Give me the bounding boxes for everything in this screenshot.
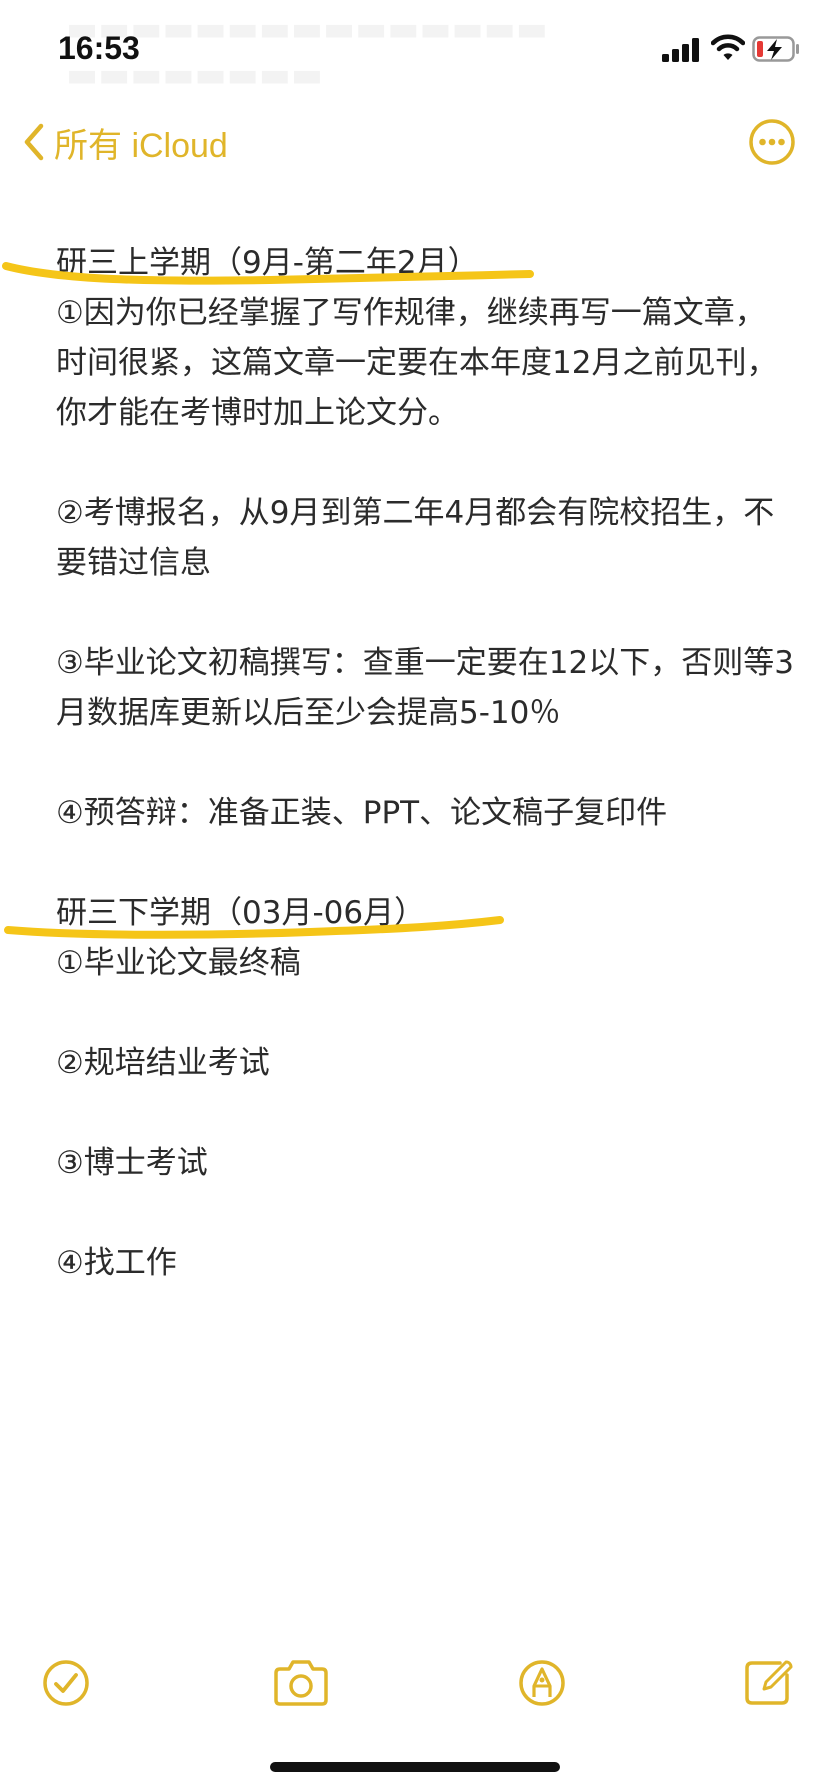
- wifi-icon: [711, 34, 745, 60]
- section-heading-wrap: 研三上学期（9月-第二年2月）: [2, 238, 796, 288]
- markup-pen-icon[interactable]: [514, 1655, 570, 1711]
- list-item: ④预答辩：准备正装、PPT、论文稿子复印件: [56, 795, 668, 831]
- back-button-label: 所有 iCloud: [54, 126, 228, 165]
- camera-icon[interactable]: [270, 1655, 332, 1711]
- checklist-icon[interactable]: [38, 1655, 94, 1711]
- more-circle-icon[interactable]: [748, 118, 796, 166]
- chevron-left-icon: [24, 123, 44, 161]
- list-item: ①因为你已经掌握了写作规律，继续再写一篇文章，时间很紧，这篇文章一定要在本年度1…: [56, 295, 778, 431]
- list-item: ①毕业论文最终稿: [56, 945, 301, 981]
- section-heading-2: 研三下学期（03月-06月）: [56, 895, 426, 931]
- list-item: ④找工作: [56, 1245, 177, 1281]
- note-body[interactable]: 研三上学期（9月-第二年2月） ①因为你已经掌握了写作规律，继续再写一篇文章，时…: [2, 238, 796, 1288]
- compose-icon[interactable]: [740, 1655, 796, 1711]
- section-heading-1: 研三上学期（9月-第二年2月）: [56, 245, 479, 281]
- section-heading-wrap: 研三下学期（03月-06月）: [4, 888, 796, 939]
- list-item: ②规培结业考试: [56, 1045, 270, 1081]
- bottom-toolbar: [0, 1655, 828, 1735]
- battery-charging-icon: [752, 36, 799, 62]
- list-item: ③毕业论文初稿撰写：查重一定要在12以下，否则等3月数据库更新以后至少会提高5-…: [56, 645, 794, 731]
- navigation-bar: 所有 iCloud: [0, 110, 828, 174]
- status-bar: 16:53: [0, 0, 828, 96]
- signal-icon: [662, 38, 699, 62]
- list-item: ③博士考试: [56, 1145, 208, 1181]
- status-time: 16:53: [58, 30, 140, 66]
- home-indicator[interactable]: [270, 1762, 560, 1772]
- list-item: ②考博报名，从9月到第二年4月都会有院校招生，不要错过信息: [56, 495, 775, 581]
- back-button[interactable]: 所有 iCloud: [22, 110, 228, 174]
